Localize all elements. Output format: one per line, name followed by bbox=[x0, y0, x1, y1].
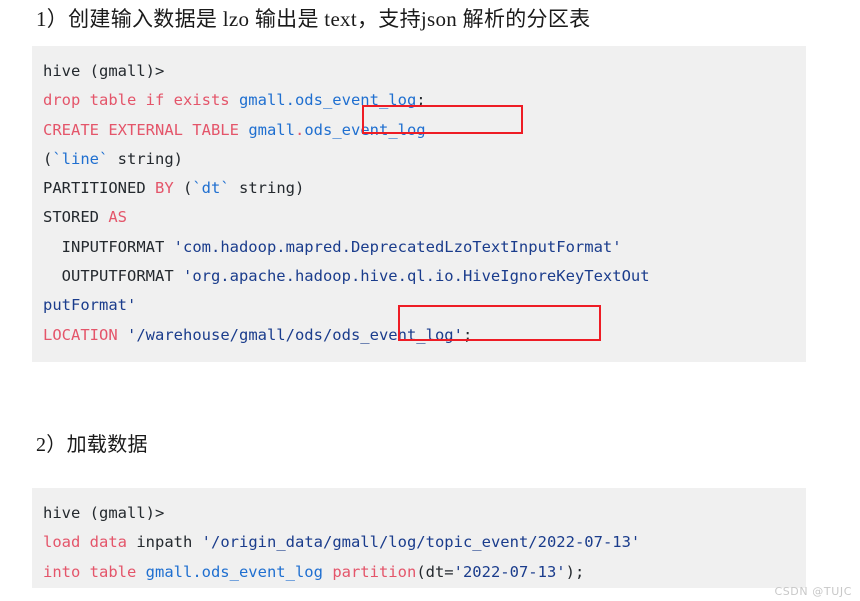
code-token: load data bbox=[43, 533, 137, 552]
code-token: ( bbox=[173, 179, 193, 198]
code-token: gmall.ods_event_log bbox=[238, 91, 417, 110]
code-line: hive (gmall)> bbox=[43, 57, 806, 86]
code-token: 'com.hadoop.mapred.DeprecatedLzoTextInpu… bbox=[173, 237, 622, 256]
code-line: hive (gmall)> bbox=[43, 499, 806, 528]
code-line: INPUTFORMAT 'com.hadoop.mapred.Deprecate… bbox=[43, 233, 806, 262]
csdn-watermark: CSDN @TUJC bbox=[774, 585, 852, 598]
code-line: drop table if exists gmall.ods_event_log… bbox=[43, 86, 806, 115]
code-token: `line` bbox=[52, 149, 109, 168]
code-token: ; bbox=[416, 91, 426, 110]
code-token: LOCATION bbox=[43, 325, 118, 344]
code-line: (`line` string) bbox=[43, 145, 806, 174]
code-block-load-data: hive (gmall)> load data inpath '/origin_d… bbox=[32, 488, 806, 588]
code-token: partition bbox=[332, 562, 417, 581]
code-token: putFormat' bbox=[43, 296, 137, 315]
code-token: PARTITIONED bbox=[43, 179, 155, 198]
code-token: CREATE EXTERNAL TABLE bbox=[43, 120, 249, 139]
code-token: gmall.ods_event_log bbox=[145, 562, 323, 581]
code-token: . bbox=[294, 120, 305, 139]
code-token: '/warehouse/gmall/ods/ods_event_log' bbox=[127, 325, 463, 344]
code-token: STORED bbox=[43, 208, 109, 227]
code-line: LOCATION '/warehouse/gmall/ods/ods_event… bbox=[43, 321, 806, 350]
code-token: '/origin_data/gmall/log/topic_event/2022… bbox=[201, 533, 641, 552]
section-heading-2: 2）加载数据 bbox=[36, 434, 148, 456]
code-token: `dt` bbox=[192, 179, 230, 198]
code-line: STORED AS bbox=[43, 203, 806, 232]
code-line: putFormat' bbox=[43, 291, 806, 320]
code-line: PARTITIONED BY (`dt` string) bbox=[43, 174, 806, 203]
code-token: '2022-07-13' bbox=[453, 562, 566, 581]
code-token: ); bbox=[565, 562, 585, 581]
code-token: ods_event_log bbox=[304, 120, 426, 139]
code-token: hive (gmall)> bbox=[43, 62, 165, 80]
code-token: string) bbox=[229, 179, 305, 198]
code-token: into table bbox=[43, 562, 146, 581]
code-token: ( bbox=[43, 149, 53, 168]
code-token: (dt= bbox=[416, 562, 454, 581]
code-token: AS bbox=[108, 208, 127, 227]
section-heading-1: 1）创建输入数据是 lzo 输出是 text，支持json 解析的分区表 bbox=[36, 7, 591, 31]
code-token: BY bbox=[154, 179, 174, 198]
code-token: ; bbox=[462, 325, 473, 344]
code-token: drop table if exists bbox=[43, 91, 239, 110]
code-block-create-table: hive (gmall)> drop table if exists gmall.… bbox=[32, 46, 806, 362]
code-line: into table gmall.ods_event_log partition… bbox=[43, 558, 806, 587]
code-token: hive (gmall)> bbox=[43, 504, 165, 522]
code-token: OUTPUTFORMAT bbox=[43, 267, 183, 286]
code-token: INPUTFORMAT bbox=[43, 237, 174, 256]
code-line: load data inpath '/origin_data/gmall/log… bbox=[43, 528, 806, 557]
code-token: gmall bbox=[248, 120, 295, 139]
code-token: inpath bbox=[136, 533, 193, 552]
code-token: 'org.apache.hadoop.hive.ql.io.HiveIgnore… bbox=[182, 267, 650, 286]
code-token: string) bbox=[108, 149, 183, 168]
code-line: CREATE EXTERNAL TABLE gmall.ods_event_lo… bbox=[43, 116, 806, 145]
code-line: OUTPUTFORMAT 'org.apache.hadoop.hive.ql.… bbox=[43, 262, 806, 291]
